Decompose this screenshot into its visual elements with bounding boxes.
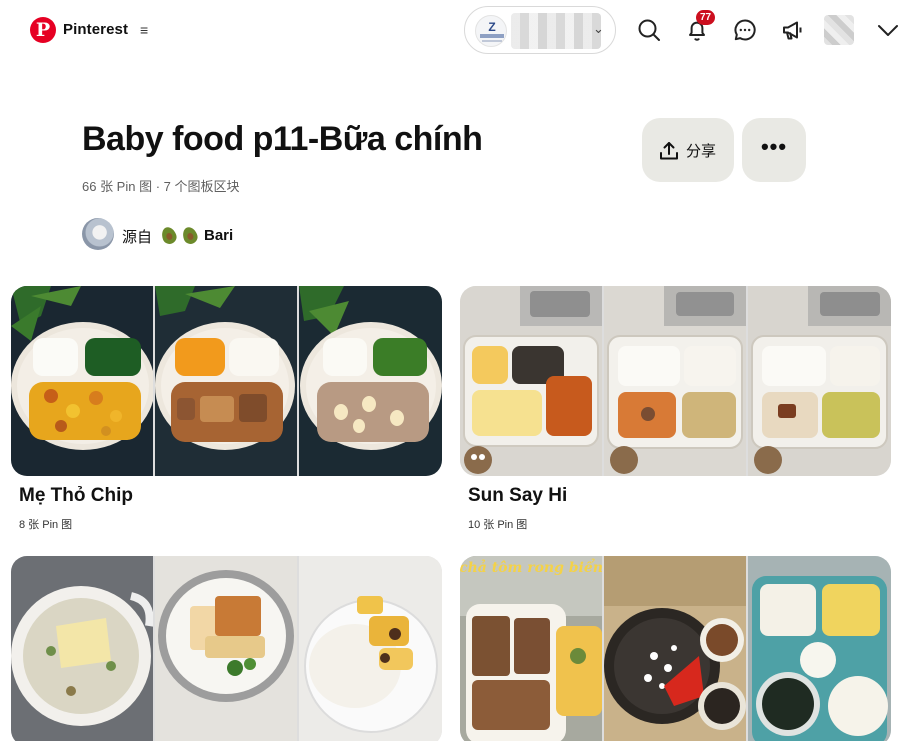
share-upload-icon	[660, 142, 678, 160]
top-navigation-bar: P Pinterest ≡ Z ⌄ 77	[0, 0, 909, 62]
pin-image	[748, 286, 891, 476]
pin-image	[299, 556, 442, 741]
search-icon	[638, 19, 660, 41]
pin-image	[11, 286, 153, 476]
avocado-emoji-icon	[180, 225, 200, 246]
pin-image	[11, 556, 153, 741]
section-cover-collage[interactable]	[11, 556, 442, 741]
profile-avatar[interactable]	[824, 15, 854, 45]
menu-icon[interactable]: ≡	[140, 23, 148, 37]
search-button[interactable]	[629, 10, 669, 50]
pin-image	[748, 556, 891, 741]
pin-image	[604, 556, 746, 741]
pin-image	[460, 286, 602, 476]
chat-bubble-icon	[734, 19, 756, 41]
pin-image: chả tôm rong biển	[460, 556, 602, 741]
more-dots-icon: •••	[760, 134, 788, 159]
share-label: 分享	[686, 143, 717, 160]
section-cover-collage[interactable]: chả tôm rong biển	[460, 556, 891, 741]
board-title: Baby food p11-Bữa chính	[82, 120, 483, 158]
account-switcher-button[interactable]: Z ⌄	[464, 6, 616, 54]
megaphone-icon	[783, 21, 802, 40]
owner-name[interactable]: Bari	[204, 227, 233, 244]
updates-button[interactable]	[773, 10, 813, 50]
pin-image	[299, 286, 442, 476]
messages-button[interactable]	[725, 10, 765, 50]
section-title[interactable]: Sun Say Hi	[468, 485, 567, 507]
chevron-down-icon	[878, 25, 898, 36]
chevron-down-icon: ⌄	[593, 21, 604, 36]
notification-count-badge: 77	[696, 10, 715, 25]
owner-prefix: 源自	[122, 229, 153, 246]
brand-name[interactable]: Pinterest	[63, 21, 128, 38]
pin-image	[604, 286, 746, 476]
section-cover-collage[interactable]	[460, 286, 891, 476]
blurred-account-name	[511, 13, 601, 49]
more-options-button[interactable]: •••	[742, 118, 806, 182]
section-cover-collage[interactable]	[11, 286, 442, 476]
section-title[interactable]: Mẹ Thỏ Chip	[19, 485, 133, 507]
avatar[interactable]	[82, 218, 114, 250]
section-pin-count: 10 张 Pin 图	[468, 519, 528, 531]
account-menu-button[interactable]	[868, 10, 908, 50]
avocado-emoji-icon	[159, 225, 179, 246]
pinterest-logo-icon[interactable]: P	[30, 17, 56, 43]
notifications-button[interactable]: 77	[677, 10, 717, 50]
pin-image	[155, 286, 297, 476]
share-button[interactable]: 分享	[642, 118, 734, 182]
shrimp-cake-caption: chả tôm rong biển	[460, 558, 602, 576]
pin-image	[155, 556, 297, 741]
section-pin-count: 8 张 Pin 图	[19, 519, 73, 531]
business-account-avatar: Z	[475, 15, 507, 47]
board-pin-count: 66 张 Pin 图 · 7 个图板区块	[82, 179, 240, 194]
